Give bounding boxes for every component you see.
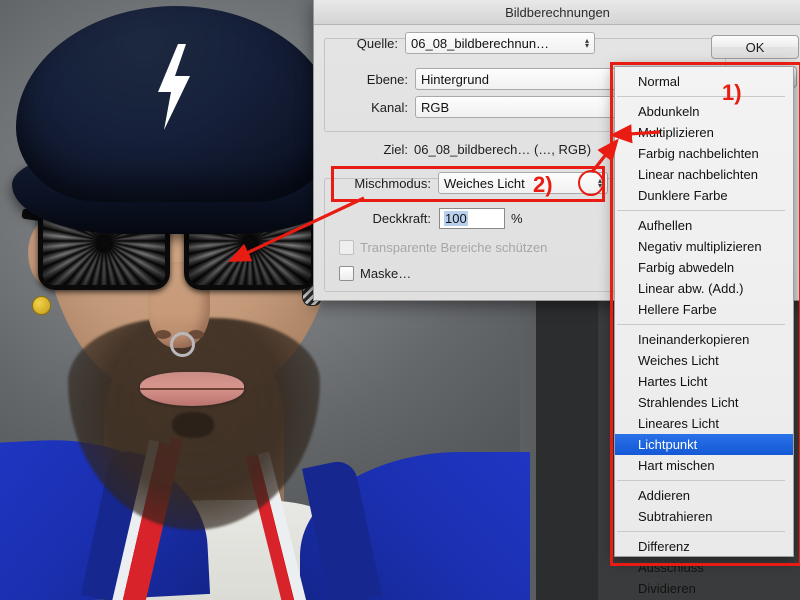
ok-button-label: OK	[745, 39, 765, 55]
photo-lip-line	[140, 388, 244, 390]
maske-label: Maske…	[360, 266, 412, 281]
quelle-row: Quelle: 06_08_bildberechnun… ▴ ▾	[336, 32, 596, 54]
ebene-value: Hintergrund	[421, 71, 489, 87]
annotation-box-dropdown	[610, 62, 800, 566]
kanal-label: Kanal:	[371, 99, 408, 115]
quelle-value: 06_08_bildberechnun…	[411, 35, 550, 51]
transparenz-label: Transparente Bereiche schützen	[360, 240, 548, 255]
ziel-value: 06_08_bildberech… (…, RGB)	[414, 142, 592, 157]
deckkraft-row: Deckkraft: 100 %	[359, 208, 523, 229]
transparenz-row: Transparente Bereiche schützen	[339, 240, 547, 255]
annotation-box-mischmodus	[331, 166, 605, 202]
maske-checkbox[interactable]	[339, 266, 354, 281]
annotation-marker-2: 2)	[533, 172, 553, 197]
kanal-value: RGB	[421, 99, 450, 115]
quelle-select[interactable]: 06_08_bildberechnun… ▴ ▾	[405, 32, 595, 54]
annotation-marker-1: 1)	[722, 80, 742, 105]
ebene-label: Ebene:	[366, 71, 408, 87]
photo-nose-ring	[170, 332, 195, 357]
annotation-circle-stepper	[578, 170, 604, 196]
deckkraft-value: 100	[444, 211, 468, 226]
menu-item-dividieren[interactable]: Dividieren	[615, 578, 793, 599]
ziel-label: Ziel:	[383, 142, 408, 157]
maske-row: Maske…	[339, 266, 411, 281]
deckkraft-unit: %	[511, 211, 523, 226]
photo-nostril-left	[155, 330, 171, 339]
dialog-title: Bildberechnungen	[505, 4, 610, 20]
photo-earring-left	[32, 296, 51, 315]
ziel-row: Ziel: 06_08_bildberech… (…, RGB)	[360, 142, 591, 157]
deckkraft-label: Deckkraft:	[372, 211, 431, 226]
photo-soul-patch	[172, 412, 214, 438]
ok-button[interactable]: OK	[711, 35, 799, 59]
chevron-updown-icon[interactable]: ▴▾	[585, 37, 589, 50]
dialog-titlebar: Bildberechnungen	[314, 0, 800, 25]
quelle-label: Quelle:	[356, 35, 398, 51]
deckkraft-input[interactable]: 100	[439, 208, 505, 229]
transparenz-checkbox[interactable]	[339, 240, 354, 255]
lightning-bolt-icon	[152, 44, 194, 130]
screenshot-stage: Bildberechnungen Quelle: 06_08_bildberec…	[0, 0, 800, 600]
photo-dark-panel-a	[536, 300, 598, 600]
